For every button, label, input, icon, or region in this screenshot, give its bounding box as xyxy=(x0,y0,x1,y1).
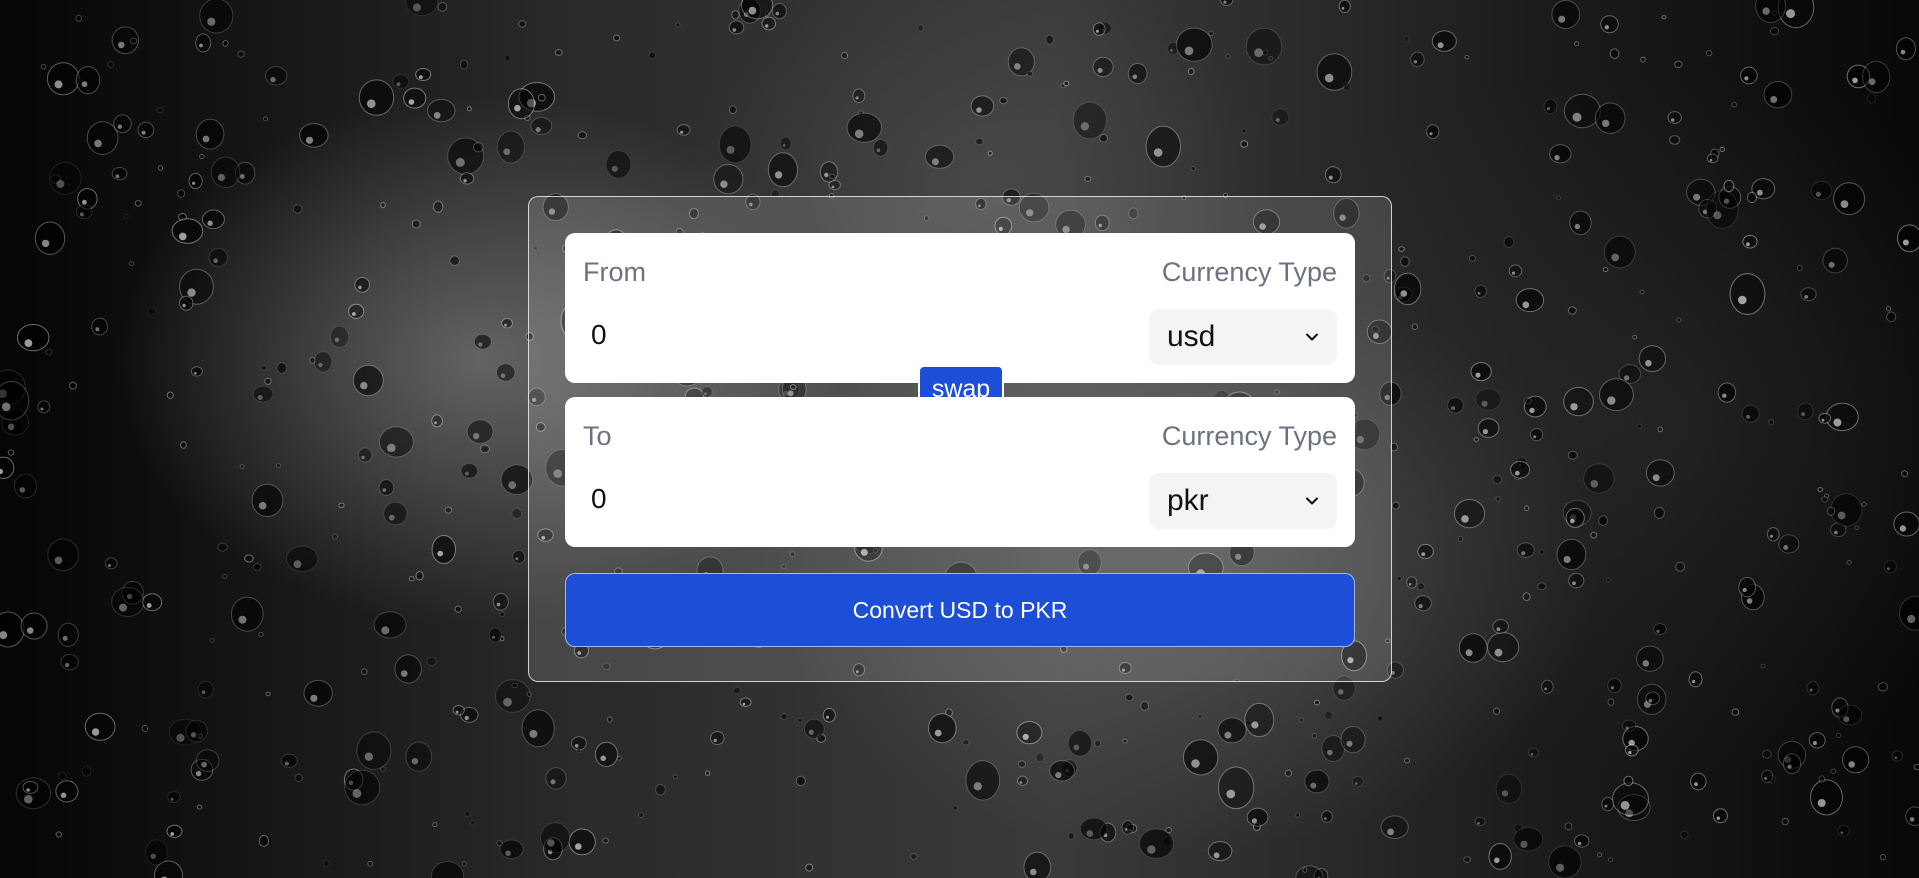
to-currency-select[interactable]: pkr xyxy=(1149,473,1337,529)
currency-converter-card: From Currency Type usd swap To Currency … xyxy=(528,196,1392,682)
chevron-down-icon xyxy=(1306,497,1318,505)
chevron-down-icon xyxy=(1306,333,1318,341)
from-label: From xyxy=(583,257,646,287)
to-currency-value: pkr xyxy=(1167,484,1209,517)
from-panel: From Currency Type usd xyxy=(565,233,1355,383)
from-currency-value: usd xyxy=(1167,320,1216,353)
to-panel: To Currency Type pkr xyxy=(565,397,1355,547)
convert-button[interactable]: Convert USD to PKR xyxy=(565,573,1355,647)
from-currency-select[interactable]: usd xyxy=(1149,309,1337,365)
from-currency-type-label: Currency Type xyxy=(1161,257,1337,287)
to-currency-type-label: Currency Type xyxy=(1161,421,1337,451)
to-amount-input[interactable] xyxy=(583,477,1083,521)
to-label: To xyxy=(583,421,612,451)
from-amount-input[interactable] xyxy=(583,313,1083,357)
